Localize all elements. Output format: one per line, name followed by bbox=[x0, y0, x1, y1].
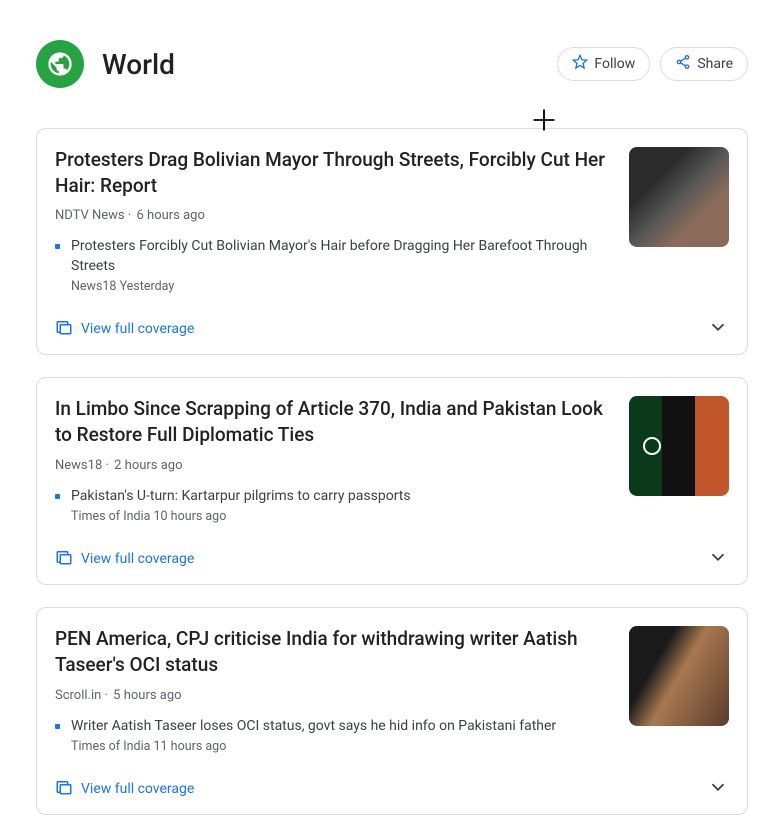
timestamp: 6 hours ago bbox=[137, 208, 205, 223]
expand-button[interactable] bbox=[707, 776, 729, 802]
source-name: Scroll.in bbox=[55, 688, 101, 703]
coverage-label: View full coverage bbox=[81, 781, 194, 797]
related-article[interactable]: Protesters Forcibly Cut Bolivian Mayor's… bbox=[55, 237, 613, 294]
related-byline: News18 Yesterday bbox=[71, 279, 613, 294]
page-title: World bbox=[102, 48, 175, 81]
coverage-label: View full coverage bbox=[81, 551, 194, 567]
coverage-icon bbox=[55, 548, 73, 570]
coverage-icon bbox=[55, 318, 73, 340]
header-left: World bbox=[36, 40, 175, 88]
follow-button[interactable]: Follow bbox=[557, 47, 650, 81]
related-byline: Times of India 10 hours ago bbox=[71, 509, 613, 524]
headline-link[interactable]: Protesters Drag Bolivian Mayor Through S… bbox=[55, 147, 613, 198]
byline: NDTV News 6 hours ago bbox=[55, 208, 613, 223]
star-outline-icon bbox=[572, 54, 588, 74]
expand-button[interactable] bbox=[707, 546, 729, 572]
chevron-down-icon bbox=[707, 783, 729, 802]
related-byline: Times of India 11 hours ago bbox=[71, 739, 613, 754]
coverage-label: View full coverage bbox=[81, 321, 194, 337]
header-actions: Follow Share bbox=[557, 47, 748, 81]
related-article[interactable]: Writer Aatish Taseer loses OCI status, g… bbox=[55, 717, 613, 755]
share-button[interactable]: Share bbox=[660, 47, 748, 81]
timestamp: 5 hours ago bbox=[113, 688, 181, 703]
news-card: Protesters Drag Bolivian Mayor Through S… bbox=[36, 128, 748, 355]
coverage-icon bbox=[55, 778, 73, 800]
expand-button[interactable] bbox=[707, 316, 729, 342]
related-title: Pakistan's U-turn: Kartarpur pilgrims to… bbox=[71, 487, 613, 507]
news-card: PEN America, CPJ criticise India for wit… bbox=[36, 607, 748, 815]
page-header: World Follow Share bbox=[36, 40, 748, 88]
related-title: Protesters Forcibly Cut Bolivian Mayor's… bbox=[71, 237, 613, 276]
news-card: In Limbo Since Scrapping of Article 370,… bbox=[36, 377, 748, 585]
headline-link[interactable]: PEN America, CPJ criticise India for wit… bbox=[55, 626, 613, 677]
article-thumbnail[interactable] bbox=[629, 626, 729, 726]
article-thumbnail[interactable] bbox=[629, 147, 729, 247]
related-title: Writer Aatish Taseer loses OCI status, g… bbox=[71, 717, 613, 737]
source-name: NDTV News bbox=[55, 208, 125, 223]
follow-label: Follow bbox=[594, 56, 635, 72]
share-label: Share bbox=[697, 56, 733, 72]
globe-icon bbox=[36, 40, 84, 88]
view-full-coverage-link[interactable]: View full coverage bbox=[55, 318, 194, 340]
byline: News18 2 hours ago bbox=[55, 458, 613, 473]
share-icon bbox=[675, 54, 691, 74]
chevron-down-icon bbox=[707, 553, 729, 572]
view-full-coverage-link[interactable]: View full coverage bbox=[55, 548, 194, 570]
timestamp: 2 hours ago bbox=[114, 458, 182, 473]
related-article[interactable]: Pakistan's U-turn: Kartarpur pilgrims to… bbox=[55, 487, 613, 525]
source-name: News18 bbox=[55, 458, 102, 473]
article-thumbnail[interactable] bbox=[629, 396, 729, 496]
chevron-down-icon bbox=[707, 323, 729, 342]
byline: Scroll.in 5 hours ago bbox=[55, 688, 613, 703]
headline-link[interactable]: In Limbo Since Scrapping of Article 370,… bbox=[55, 396, 613, 447]
view-full-coverage-link[interactable]: View full coverage bbox=[55, 778, 194, 800]
